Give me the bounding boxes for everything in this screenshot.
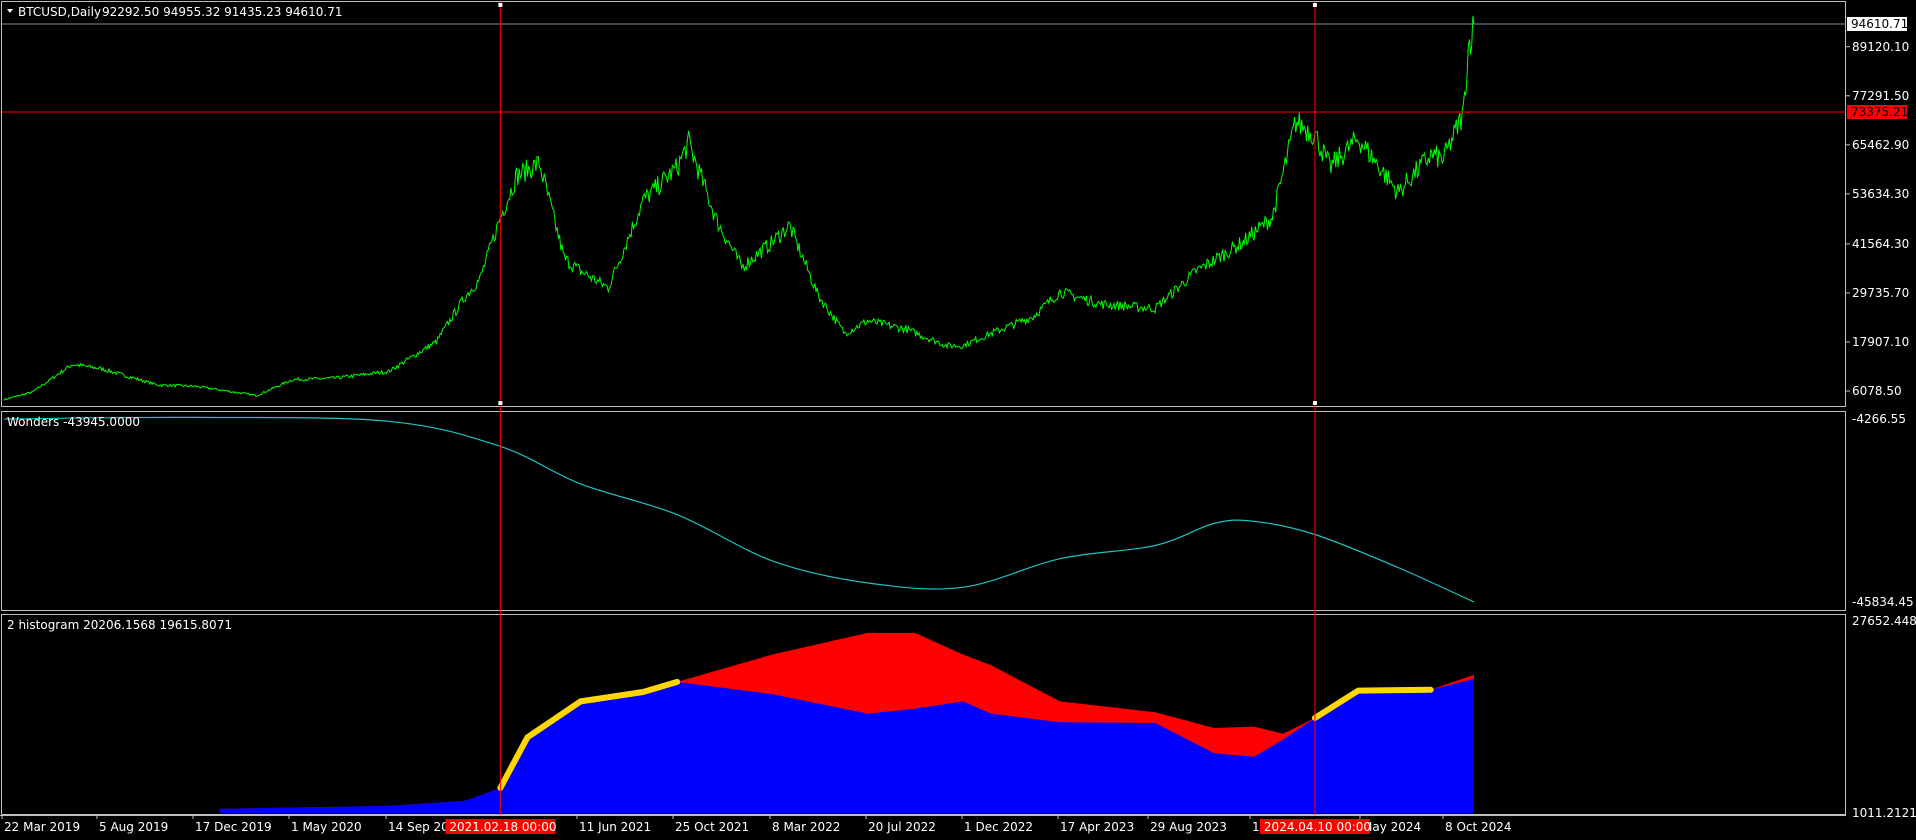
wonders-line <box>3 416 1475 603</box>
chart-canvas: BTCUSD,Daily 92292.50 94955.32 91435.23 … <box>0 1 1916 834</box>
vline-handle-bottom[interactable] <box>498 401 503 405</box>
histogram-tick-top: 27652.4487 <box>1852 614 1916 628</box>
price-tick-label: 89120.10 <box>1852 40 1909 54</box>
vline-handle-bottom[interactable] <box>1312 401 1317 405</box>
price-axis: 89120.10 77291.50 65462.90 53634.30 41564.30… <box>1846 17 1909 398</box>
time-tick-label: 14 Sep 20 <box>388 820 449 834</box>
time-tick-label: 20 Jul 2022 <box>868 820 936 834</box>
time-tick-label: 1 <box>1252 820 1260 834</box>
histogram-layer <box>219 632 1475 813</box>
price-level-label: 73375.21 <box>1851 105 1908 119</box>
symbol-label: BTCUSD,Daily <box>18 5 101 19</box>
price-tick-label: 53634.30 <box>1852 187 1909 201</box>
time-tick-label: 5 Aug 2019 <box>99 820 168 834</box>
time-tick-label: 25 Oct 2021 <box>675 820 749 834</box>
wonders-tick-bottom: -45834.45 <box>1852 595 1914 609</box>
cursor-date-label-1: 2021.02.18 00:00 <box>449 820 556 834</box>
price-tick-label: 29735.70 <box>1852 286 1909 300</box>
time-tick-label: 17 Dec 2019 <box>195 820 272 834</box>
price-series-line <box>3 15 1475 401</box>
time-tick-label: 11 Jun 2021 <box>579 820 651 834</box>
vline-handle-top[interactable] <box>1312 3 1317 7</box>
wonders-tick-top: -4266.55 <box>1852 412 1906 426</box>
histogram-tick-bottom: 1011.2121 <box>1852 806 1916 820</box>
main-panel-frame <box>1 1 1846 407</box>
vline-handle-top[interactable] <box>498 3 503 7</box>
time-tick-label: 8 Mar 2022 <box>772 820 840 834</box>
price-tick-label: 17907.10 <box>1852 335 1909 349</box>
time-tick-label: 29 Aug 2023 <box>1150 820 1227 834</box>
price-tick-label: 41564.30 <box>1852 237 1909 251</box>
price-tick-label: 6078.50 <box>1852 384 1902 398</box>
time-tick-label: 17 Apr 2023 <box>1060 820 1134 834</box>
ohlc-values: 92292.50 94955.32 91435.23 94610.71 <box>102 5 342 19</box>
symbol-header: BTCUSD,Daily 92292.50 94955.32 91435.23 … <box>7 5 342 19</box>
price-tick-label: 65462.90 <box>1852 138 1909 152</box>
time-tick-label: 1 Dec 2022 <box>964 820 1033 834</box>
time-tick-label: 22 Mar 2019 <box>4 820 80 834</box>
collapse-triangle-icon[interactable] <box>7 9 13 13</box>
wonders-label: Wonders -43945.0000 <box>7 415 140 429</box>
time-axis: 22 Mar 2019 5 Aug 2019 17 Dec 2019 1 May 20… <box>1 815 1512 834</box>
price-tick-label: 77291.50 <box>1852 89 1909 103</box>
time-tick-label: 8 Oct 2024 <box>1445 820 1512 834</box>
time-tick-label: 1 May 2020 <box>291 820 362 834</box>
wonders-layer <box>3 416 1475 603</box>
indicator-axes: -4266.55 -45834.45 27652.4487 1011.2121 <box>1852 412 1916 820</box>
wonders-panel-frame <box>1 411 1846 611</box>
cursor-date-label-2: 2024.04.10 00:00 <box>1264 820 1371 834</box>
price-layer <box>3 15 1475 401</box>
histogram-label: 2 histogram 20206.1568 19615.8071 <box>7 618 232 632</box>
current-price-label: 94610.71 <box>1851 17 1908 31</box>
